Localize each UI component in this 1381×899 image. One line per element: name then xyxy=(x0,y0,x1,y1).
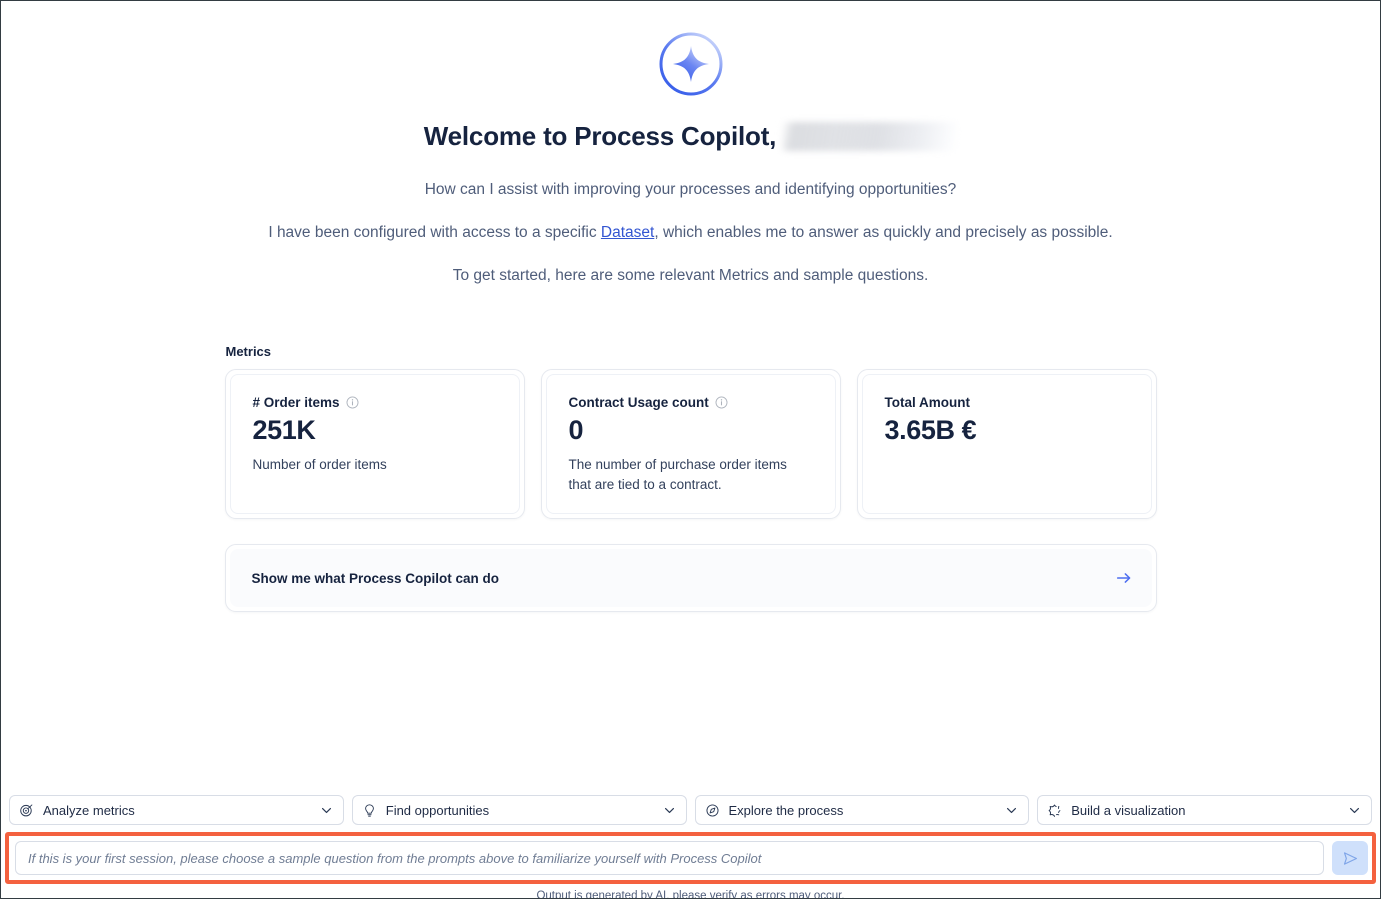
sparkle-badge-icon xyxy=(659,32,722,96)
welcome-hero: Welcome to Process Copilot, How can I as… xyxy=(1,1,1380,287)
chevron-down-icon[interactable] xyxy=(663,804,676,817)
metric-card-inner: Total Amount 3.65B € xyxy=(861,374,1152,514)
metric-value: 0 xyxy=(568,415,584,445)
intro-getstarted: To get started, here are some relevant M… xyxy=(452,267,929,284)
metric-card[interactable]: Total Amount 3.65B € xyxy=(856,369,1157,519)
prompt-category-label: Build a visualization xyxy=(1071,802,1186,818)
composer-bar: Analyze metrics Find opportunities Explo… xyxy=(1,795,1380,898)
metric-name: Contract Usage count xyxy=(568,395,709,410)
prompt-category-row: Analyze metrics Find opportunities Explo… xyxy=(1,795,1380,825)
send-icon xyxy=(1343,851,1357,865)
prompt-category-build-a-visualization[interactable]: Build a visualization xyxy=(1037,795,1372,825)
welcome-heading-row: Welcome to Process Copilot, xyxy=(1,119,1380,153)
metric-header: # Order items xyxy=(253,395,497,410)
info-icon[interactable] xyxy=(715,396,728,409)
prompt-category-label: Find opportunities xyxy=(385,802,490,818)
composer-highlight-frame xyxy=(5,832,1376,884)
target-icon xyxy=(20,803,33,816)
dataset-link[interactable]: Dataset xyxy=(601,224,654,241)
intro-dataset-line: I have been configured with access to a … xyxy=(268,222,1112,244)
lightbulb-icon xyxy=(364,803,374,817)
main-content-area: Welcome to Process Copilot, How can I as… xyxy=(1,1,1380,795)
logo-container xyxy=(1,28,1380,100)
metric-name: # Order items xyxy=(252,395,340,410)
process-copilot-window: Welcome to Process Copilot, How can I as… xyxy=(0,0,1381,899)
metric-card-inner: # Order items 251K Number of order items xyxy=(229,374,520,514)
metric-card[interactable]: Contract Usage count 0 The number of pur… xyxy=(540,369,841,519)
prompt-category-analyze-metrics[interactable]: Analyze metrics xyxy=(9,795,344,825)
suggestion-row[interactable]: Show me what Process Copilot can do xyxy=(229,549,1152,607)
compass-icon xyxy=(705,803,719,817)
metric-description: The number of purchase order items that … xyxy=(568,457,787,492)
metrics-row: # Order items 251K Number of order items xyxy=(224,369,1157,519)
intro-paragraphs: How can I assist with improving your pro… xyxy=(1,179,1380,287)
arrow-right-icon[interactable] xyxy=(1115,569,1133,587)
redacted-user-name xyxy=(782,121,958,151)
dataset-line-suffix: , which enables me to answer as quickly … xyxy=(654,224,1113,241)
metric-header: Contract Usage count xyxy=(569,395,813,410)
prompt-category-label: Analyze metrics xyxy=(43,802,135,818)
chat-input[interactable] xyxy=(15,841,1324,875)
send-button[interactable] xyxy=(1332,841,1368,875)
metric-card[interactable]: # Order items 251K Number of order items xyxy=(224,369,525,519)
metric-card-inner: Contract Usage count 0 The number of pur… xyxy=(545,374,836,514)
metric-header: Total Amount xyxy=(885,395,1129,410)
dataset-line-prefix: I have been configured with access to a … xyxy=(268,224,601,241)
shapes-icon xyxy=(1048,804,1061,817)
metrics-and-suggestions: Metrics # Order items 251K Number of ord… xyxy=(224,287,1157,612)
prompt-category-explore-the-process[interactable]: Explore the process xyxy=(694,795,1030,825)
prompt-category-label: Explore the process xyxy=(728,802,844,818)
info-icon[interactable] xyxy=(346,396,359,409)
metric-value: 251K xyxy=(252,415,316,445)
metric-name: Total Amount xyxy=(884,395,970,410)
page-title: Welcome to Process Copilot, xyxy=(423,120,777,151)
metric-description: Number of order items xyxy=(252,457,387,472)
chevron-down-icon[interactable] xyxy=(320,804,333,817)
ai-disclaimer: Output is generated by AI, please verify… xyxy=(536,890,845,898)
prompt-category-find-opportunities[interactable]: Find opportunities xyxy=(351,795,687,825)
chevron-down-icon[interactable] xyxy=(1348,804,1361,817)
intro-question: How can I assist with improving your pro… xyxy=(424,181,957,198)
suggestion-label: Show me what Process Copilot can do xyxy=(251,570,500,586)
metrics-section-label: Metrics xyxy=(225,344,272,359)
metric-value: 3.65B € xyxy=(884,415,977,445)
suggestion-card[interactable]: Show me what Process Copilot can do xyxy=(224,544,1157,612)
chevron-down-icon[interactable] xyxy=(1005,804,1018,817)
